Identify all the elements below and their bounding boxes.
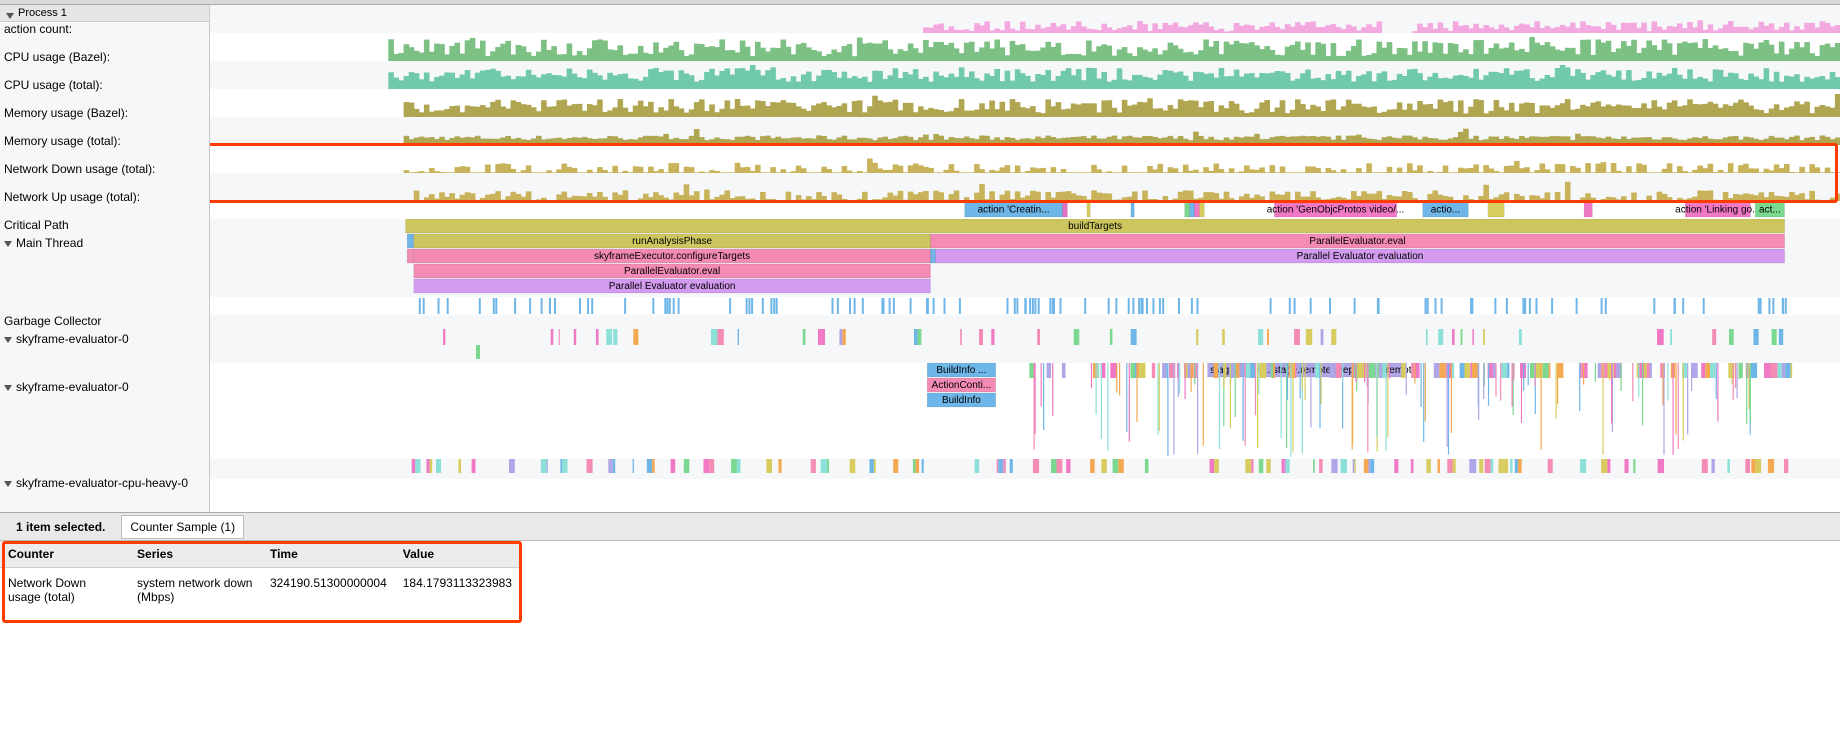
track-lane[interactable]	[210, 315, 1840, 363]
track-label-text: skyframe-evaluator-cpu-heavy-0	[16, 476, 188, 490]
chevron-down-icon	[4, 481, 12, 487]
table-header[interactable]: Time	[262, 541, 395, 568]
process-header-label: Process 1	[18, 7, 67, 19]
track-label-text: Memory usage (total):	[4, 134, 121, 148]
table-cell: Network Down usage (total)	[0, 568, 129, 613]
track-label-text: Garbage Collector	[4, 314, 101, 328]
track-label[interactable]: action count:	[0, 22, 209, 50]
chevron-down-icon	[6, 13, 14, 19]
process-header[interactable]: Process 1	[0, 5, 209, 22]
track-lane[interactable]	[210, 117, 1840, 145]
track-lane[interactable]	[210, 61, 1840, 89]
track-label[interactable]: skyframe-evaluator-0	[0, 380, 209, 476]
track-label-text: CPU usage (Bazel):	[4, 50, 110, 64]
track-label-text: Critical Path	[4, 218, 69, 232]
track-label-text: Network Up usage (total):	[4, 190, 140, 204]
track-label-text: action count:	[4, 22, 72, 36]
track-lane[interactable]	[210, 89, 1840, 117]
track-sidebar: Process 1 action count: CPU usage (Bazel)…	[0, 5, 210, 512]
tracks-panel[interactable]: action 'Creatin...action 'GenObjcProtos …	[210, 5, 1840, 512]
table-row: Network Down usage (total)system network…	[0, 568, 520, 613]
table-cell: system network down (Mbps)	[129, 568, 262, 613]
track-label[interactable]: Memory usage (Bazel):	[0, 106, 209, 134]
track-label[interactable]: CPU usage (total):	[0, 78, 209, 106]
track-label[interactable]: skyframe-evaluator-0	[0, 332, 209, 380]
table-cell: 324190.51300000004	[262, 568, 395, 613]
selection-summary: 1 item selected.	[6, 516, 115, 538]
track-lane[interactable]	[210, 297, 1840, 315]
table-cell: 184.1793113323983	[395, 568, 520, 613]
table-header[interactable]: Series	[129, 541, 262, 568]
table-header[interactable]: Counter	[0, 541, 129, 568]
chevron-down-icon	[4, 337, 12, 343]
track-label-text: skyframe-evaluator-0	[16, 332, 129, 346]
track-label[interactable]: skyframe-evaluator-cpu-heavy-0	[0, 476, 209, 496]
track-lane[interactable]	[210, 459, 1840, 479]
track-label-text: Main Thread	[16, 236, 83, 250]
chevron-down-icon	[4, 241, 12, 247]
track-lane[interactable]	[210, 145, 1840, 173]
track-lane[interactable]	[210, 173, 1840, 201]
track-label[interactable]: Network Down usage (total):	[0, 162, 209, 190]
track-label-text: Memory usage (Bazel):	[4, 106, 128, 120]
track-label[interactable]: CPU usage (Bazel):	[0, 50, 209, 78]
track-label[interactable]: Network Up usage (total):	[0, 190, 209, 218]
chevron-down-icon	[4, 385, 12, 391]
track-label-text: CPU usage (total):	[4, 78, 103, 92]
track-lane[interactable]: action 'Creatin...action 'GenObjcProtos …	[210, 201, 1840, 219]
counter-sample-table: CounterSeriesTimeValue Network Down usag…	[0, 541, 520, 612]
track-label[interactable]: Memory usage (total):	[0, 134, 209, 162]
track-label-text: skyframe-evaluator-0	[16, 380, 129, 394]
track-label[interactable]: Critical Path	[0, 218, 209, 236]
track-label[interactable]: Main Thread	[0, 236, 209, 314]
track-lane[interactable]: BuildInfo ...stag...st...stage.remote.pr…	[210, 363, 1840, 459]
table-header[interactable]: Value	[395, 541, 520, 568]
track-label[interactable]: Garbage Collector	[0, 314, 209, 332]
track-label-text: Network Down usage (total):	[4, 162, 155, 176]
details-panel: 1 item selected. Counter Sample (1) Coun…	[0, 512, 1840, 742]
track-lane[interactable]: buildTargetsrunAnalysisPhaseParallelEval…	[210, 219, 1840, 297]
track-lane[interactable]	[210, 33, 1840, 61]
track-lane[interactable]	[210, 5, 1840, 33]
tab-counter-sample[interactable]: Counter Sample (1)	[121, 515, 244, 539]
details-tabs: 1 item selected. Counter Sample (1)	[0, 513, 1840, 541]
